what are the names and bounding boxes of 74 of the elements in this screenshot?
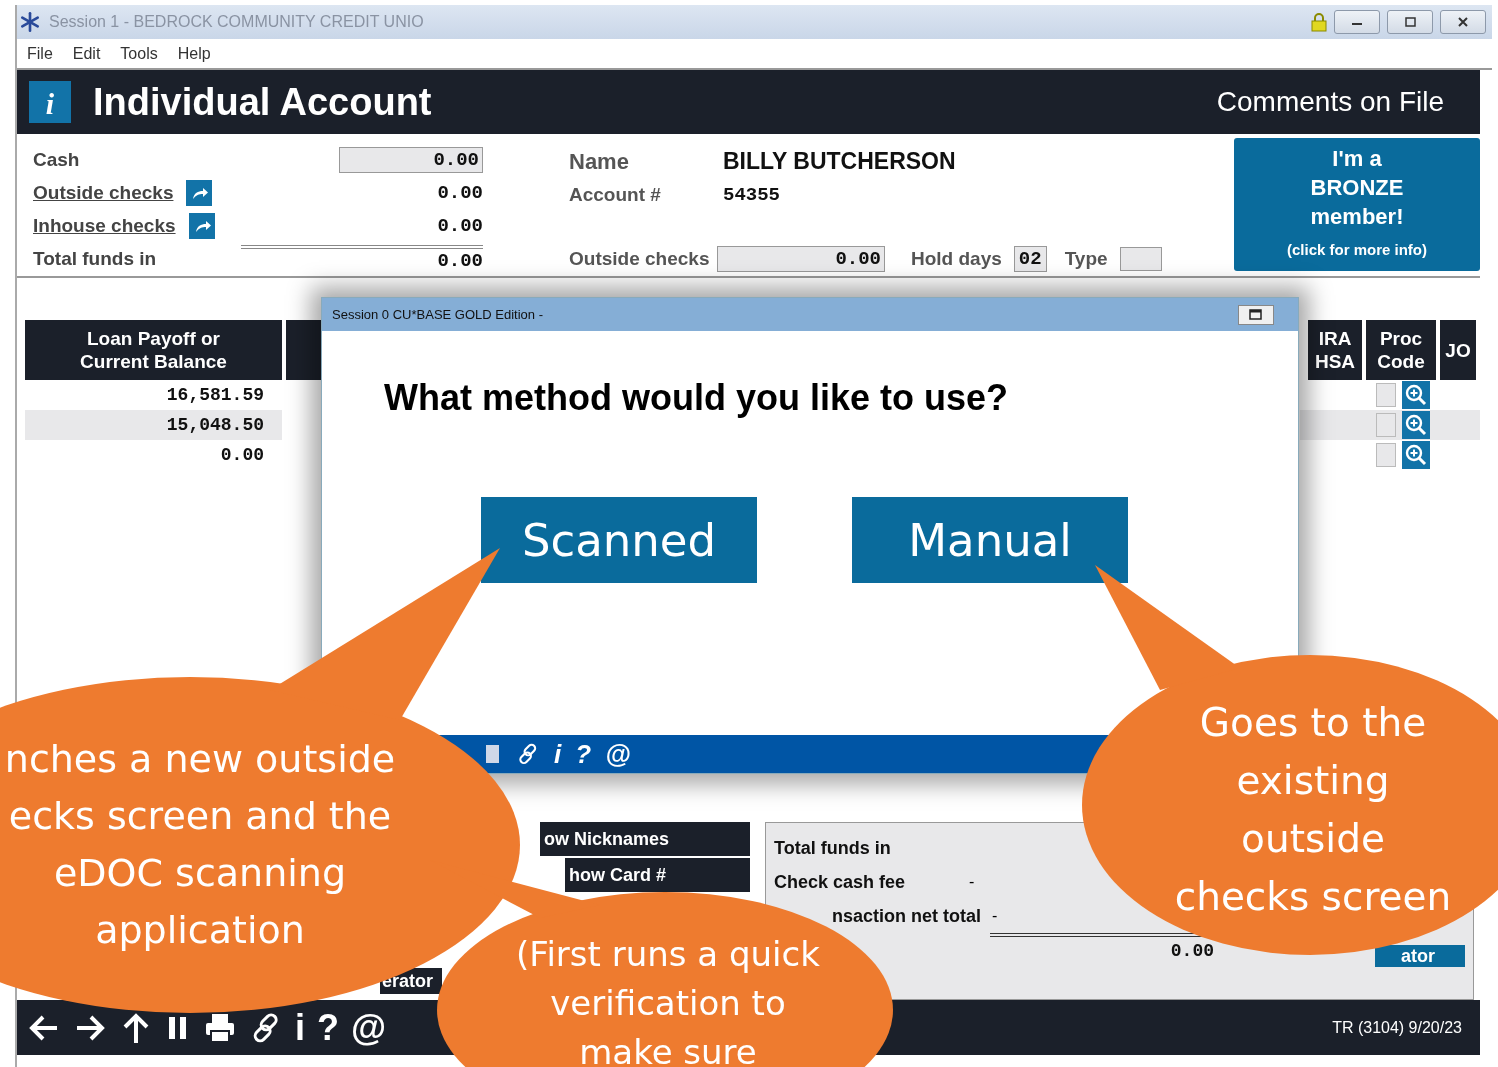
nav-item[interactable]: ow Nicknames	[540, 822, 750, 856]
zoom-in-icon[interactable]	[1402, 441, 1430, 469]
totals-label: Total funds in	[774, 837, 892, 859]
padlock-icon	[1311, 12, 1327, 32]
name-label: Name	[569, 148, 630, 175]
callout-text: Goes to the existing outside checks screen	[1173, 699, 1453, 921]
window-restore-icon	[1249, 308, 1263, 321]
checkbox[interactable]	[1376, 413, 1396, 437]
column-header: JO	[1440, 320, 1476, 380]
toolbar-button[interactable]: @	[351, 1006, 387, 1049]
restore-button[interactable]	[1238, 304, 1274, 325]
document-icon[interactable]	[484, 743, 502, 765]
hold-days-field[interactable]: 02	[1013, 245, 1047, 272]
total-value: 0.00	[241, 245, 483, 272]
maximize-icon	[1403, 17, 1417, 27]
callout-text: nches a new outside ecks screen and the eDOC scanning application	[3, 736, 397, 954]
toolbar-button[interactable]: i	[554, 738, 562, 770]
nav-item[interactable]: how Card #	[565, 858, 750, 892]
menu-item[interactable]: Help	[177, 44, 211, 63]
window-title: Session 1 - BEDROCK COMMUNITY CREDIT UNIO	[49, 13, 424, 31]
totals-label: Check cash fee	[774, 871, 907, 893]
funds-label[interactable]: Outside checks	[33, 181, 174, 204]
comments-link[interactable]: Comments on File	[1216, 86, 1444, 118]
info-icon: i	[29, 81, 71, 123]
hold-days-label: Hold days	[911, 247, 1002, 270]
close-icon	[1456, 16, 1470, 28]
member-level-button[interactable]: I'm a BRONZE member! (click for more info)	[1234, 138, 1480, 271]
minimize-button[interactable]	[1334, 10, 1380, 34]
asterisk-logo-icon	[19, 11, 41, 33]
cash-field[interactable]: 0.00	[339, 146, 483, 173]
method-button[interactable]: Scanned	[481, 497, 757, 583]
toolbar-button[interactable]: ?	[575, 738, 592, 770]
dash-text: -	[969, 873, 975, 891]
operator-button[interactable]: ator	[1375, 945, 1465, 967]
menu-item[interactable]: File	[27, 44, 53, 63]
close-button[interactable]	[1440, 10, 1486, 34]
outside-checks-label: Outside checks	[569, 247, 711, 270]
method-button[interactable]: Manual	[852, 497, 1128, 583]
dialog-title: Session 0 CU*BASE GOLD Edition -	[332, 307, 543, 322]
dash-text: -	[992, 907, 998, 925]
account-number: 54355	[723, 183, 780, 206]
menu-item[interactable]: Tools	[120, 44, 158, 63]
column-header: Proc Code	[1366, 320, 1436, 380]
funds-label: Cash	[33, 148, 80, 171]
column-header: IRA HSA	[1308, 320, 1362, 380]
type-field[interactable]	[1119, 246, 1162, 271]
balance-cell: 15,048.50	[25, 410, 282, 440]
toolbar-button[interactable]: i	[295, 1006, 305, 1049]
net-value: 0.00	[1170, 941, 1214, 961]
toolbar-button[interactable]: @	[605, 738, 631, 770]
column-header: Loan Payoff or Current Balance	[25, 320, 282, 380]
totals-label: nsaction net total	[832, 905, 982, 927]
status-text: TR (3104) 9/20/23	[1332, 1018, 1462, 1037]
maximize-button[interactable]	[1387, 10, 1433, 34]
zoom-in-icon[interactable]	[1402, 381, 1430, 409]
menu-item[interactable]: Edit	[72, 44, 101, 63]
callout-text: (First runs a quick verification to make sure	[515, 933, 821, 1067]
checkbox[interactable]	[1376, 443, 1396, 467]
checkbox[interactable]	[1376, 383, 1396, 407]
funds-label[interactable]: Inhouse checks	[33, 214, 176, 237]
funds-value: 0.00	[437, 181, 483, 204]
funds-value: 0.00	[437, 214, 483, 237]
page-title: Individual Account	[93, 80, 432, 124]
funds-label: Total funds in	[33, 247, 157, 270]
dialog-question: What method would you like to use?	[384, 377, 1009, 419]
account-label: Account #	[569, 183, 662, 206]
column-header	[286, 320, 322, 380]
zoom-in-icon[interactable]	[1402, 411, 1430, 439]
balance-cell-text: 0.00	[219, 444, 265, 467]
member-name: BILLY BUTCHERSON	[723, 148, 956, 175]
toolbar-button[interactable]: ?	[317, 1006, 339, 1049]
outside-checks-field[interactable]: 0.00	[717, 245, 885, 272]
balance-cell-text: 16,581.59	[165, 384, 265, 407]
type-label: Type	[1064, 247, 1108, 270]
